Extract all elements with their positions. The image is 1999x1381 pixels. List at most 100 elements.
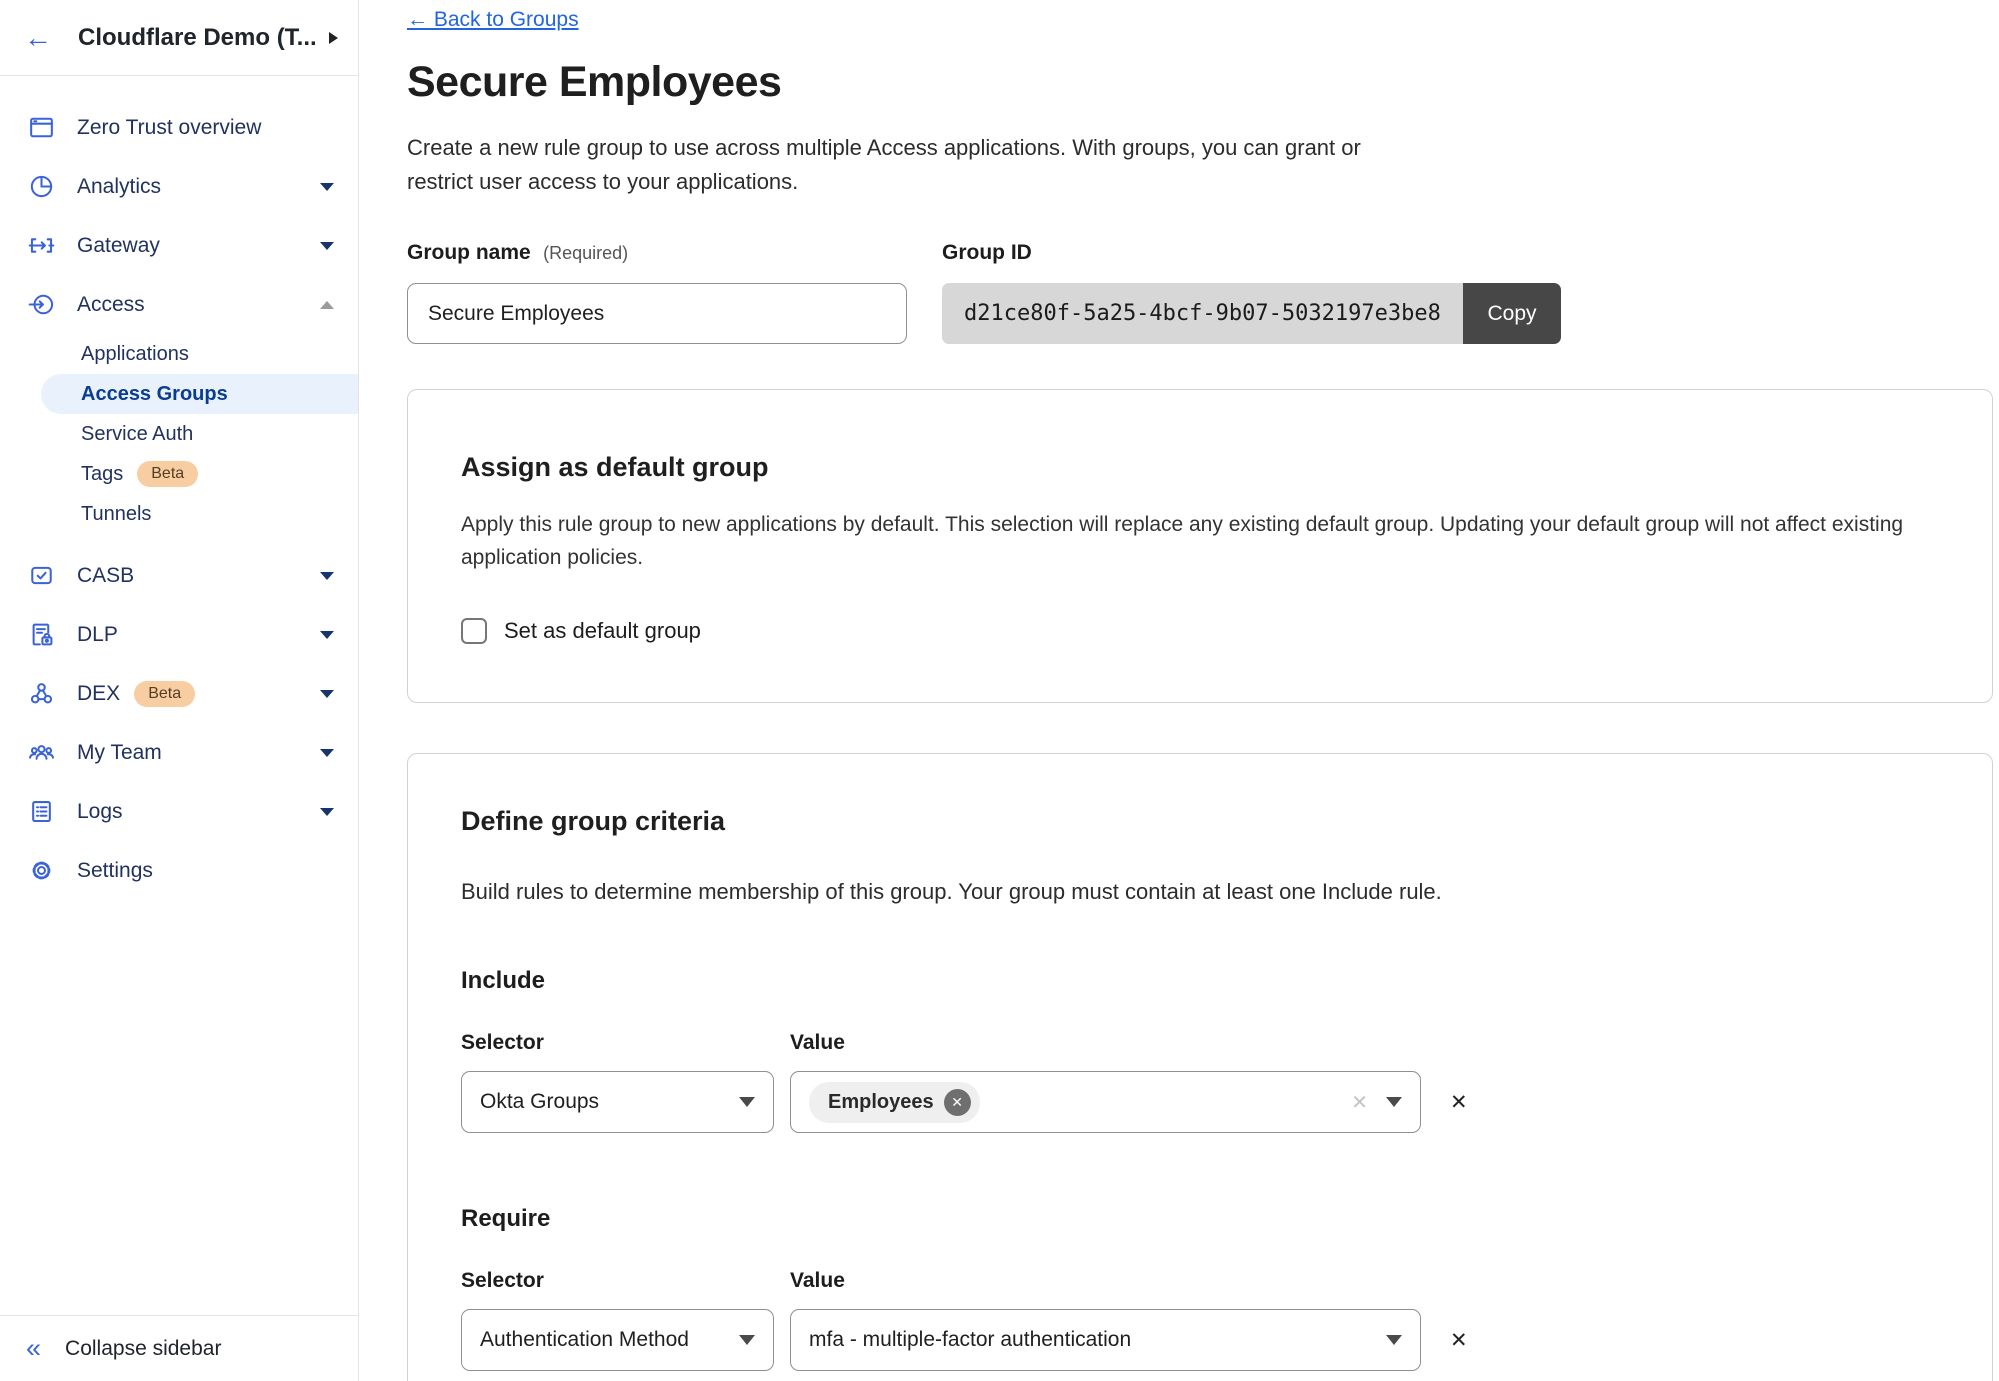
require-selector-dropdown[interactable]: Authentication Method bbox=[461, 1309, 774, 1371]
sidebar-item-logs[interactable]: Logs bbox=[0, 782, 358, 841]
sidebar-item-label: Zero Trust overview bbox=[77, 116, 261, 140]
require-rule-row: Authentication Method mfa - multiple-fac… bbox=[461, 1309, 1939, 1371]
group-name-label: Group name bbox=[407, 241, 531, 264]
criteria-heading: Define group criteria bbox=[461, 806, 1939, 837]
chevron-down-icon bbox=[320, 749, 334, 757]
chevron-down-icon bbox=[1386, 1335, 1402, 1345]
chevron-down-icon bbox=[739, 1335, 755, 1345]
chevron-down-icon bbox=[320, 631, 334, 639]
criteria-card: Define group criteria Build rules to det… bbox=[407, 753, 1993, 1381]
sidebar-item-zero-trust-overview[interactable]: Zero Trust overview bbox=[0, 98, 358, 157]
remove-require-rule-icon[interactable]: ✕ bbox=[1450, 1328, 1468, 1353]
include-heading: Include bbox=[461, 967, 1939, 995]
include-value-multiselect[interactable]: Employees ✕ ✕ bbox=[790, 1071, 1421, 1133]
default-group-description: Apply this rule group to new application… bbox=[461, 508, 1926, 574]
collapse-sidebar-button[interactable]: « Collapse sidebar bbox=[0, 1315, 358, 1381]
require-value-label: Value bbox=[790, 1269, 845, 1293]
clear-values-icon[interactable]: ✕ bbox=[1351, 1090, 1368, 1115]
copy-button[interactable]: Copy bbox=[1463, 283, 1561, 344]
account-title[interactable]: Cloudflare Demo (T... bbox=[78, 24, 329, 52]
group-id-column: Group ID d21ce80f-5a25-4bcf-9b07-5032197… bbox=[942, 241, 1561, 344]
remove-include-rule-icon[interactable]: ✕ bbox=[1450, 1090, 1468, 1115]
sidebar-item-label: Gateway bbox=[77, 234, 160, 258]
value-chip: Employees ✕ bbox=[809, 1082, 980, 1123]
sidebar-item-applications[interactable]: Applications bbox=[0, 334, 358, 374]
access-login-icon bbox=[26, 291, 56, 318]
include-rule-row: Okta Groups Employees ✕ ✕ ✕ bbox=[461, 1071, 1939, 1133]
require-selector-value: Authentication Method bbox=[480, 1328, 739, 1352]
sidebar-item-my-team[interactable]: My Team bbox=[0, 723, 358, 782]
value-chip-label: Employees bbox=[828, 1091, 934, 1114]
sidebar-header: ← Cloudflare Demo (T... bbox=[0, 0, 358, 75]
sidebar-subitem-label: Service Auth bbox=[81, 423, 193, 446]
group-id-label: Group ID bbox=[942, 241, 1561, 265]
sidebar-subitem-label: Applications bbox=[81, 343, 189, 366]
sidebar-item-label: Settings bbox=[77, 859, 153, 883]
sidebar-item-label: Logs bbox=[77, 800, 123, 824]
sidebar-item-label: My Team bbox=[77, 741, 162, 765]
gateway-icon bbox=[26, 232, 56, 259]
default-group-card: Assign as default group Apply this rule … bbox=[407, 389, 1993, 703]
set-default-checkbox-label: Set as default group bbox=[504, 618, 701, 644]
sidebar-item-access-groups[interactable]: Access Groups bbox=[41, 374, 358, 414]
sidebar-item-dlp[interactable]: DLP bbox=[0, 605, 358, 664]
sidebar-item-label: CASB bbox=[77, 564, 134, 588]
sidebar-item-settings[interactable]: Settings bbox=[0, 841, 358, 900]
include-selector-value: Okta Groups bbox=[480, 1090, 739, 1114]
chevron-down-icon bbox=[320, 808, 334, 816]
page-description: Create a new rule group to use across mu… bbox=[407, 131, 1387, 199]
sidebar-item-label: DEX bbox=[77, 682, 120, 706]
required-hint: (Required) bbox=[543, 243, 628, 263]
chevron-down-icon bbox=[320, 183, 334, 191]
sidebar-nav: Zero Trust overview Analytics Gateway bbox=[0, 76, 358, 1315]
sidebar-item-casb[interactable]: CASB bbox=[0, 546, 358, 605]
group-name-input[interactable] bbox=[407, 283, 907, 344]
sidebar-subitem-label: Access Groups bbox=[81, 383, 228, 406]
require-heading: Require bbox=[461, 1205, 1939, 1233]
sidebar-item-label: DLP bbox=[77, 623, 118, 647]
main-content: ← Back to Groups Secure Employees Create… bbox=[359, 0, 1999, 1381]
sidebar-item-access[interactable]: Access bbox=[0, 275, 358, 334]
sidebar-item-label: Analytics bbox=[77, 175, 161, 199]
sidebar: ← Cloudflare Demo (T... Zero Trust overv… bbox=[0, 0, 359, 1381]
double-chevron-left-icon: « bbox=[26, 1335, 41, 1362]
browser-window-icon bbox=[26, 114, 56, 141]
sidebar-item-label: Access bbox=[77, 293, 145, 317]
document-lock-icon bbox=[26, 621, 56, 648]
sidebar-item-analytics[interactable]: Analytics bbox=[0, 157, 358, 216]
sidebar-item-dex[interactable]: DEX Beta bbox=[0, 664, 358, 723]
casb-check-icon bbox=[26, 562, 56, 589]
gear-icon bbox=[26, 857, 56, 884]
require-value-text: mfa - multiple-factor authentication bbox=[809, 1328, 1386, 1352]
set-default-checkbox[interactable] bbox=[461, 618, 487, 644]
chevron-down-icon bbox=[739, 1097, 755, 1107]
chevron-down-icon bbox=[320, 572, 334, 580]
back-to-groups-link[interactable]: ← Back to Groups bbox=[407, 8, 579, 31]
people-icon bbox=[26, 739, 56, 766]
back-arrow-icon[interactable]: ← bbox=[24, 24, 52, 52]
default-group-checkbox-row: Set as default group bbox=[461, 618, 1939, 644]
list-document-icon bbox=[26, 798, 56, 825]
sidebar-subitem-label: Tags bbox=[81, 463, 123, 486]
require-value-dropdown[interactable]: mfa - multiple-factor authentication bbox=[790, 1309, 1421, 1371]
sidebar-item-gateway[interactable]: Gateway bbox=[0, 216, 358, 275]
chevron-down-icon bbox=[320, 690, 334, 698]
group-name-id-row: Group name (Required) Group ID d21ce80f-… bbox=[407, 241, 1991, 344]
chevron-right-icon[interactable] bbox=[329, 32, 338, 44]
default-group-heading: Assign as default group bbox=[461, 452, 1939, 483]
beta-badge: Beta bbox=[137, 461, 198, 487]
sidebar-item-service-auth[interactable]: Service Auth bbox=[0, 414, 358, 454]
pie-chart-icon bbox=[26, 173, 56, 200]
group-name-column: Group name (Required) bbox=[407, 241, 942, 344]
include-value-label: Value bbox=[790, 1031, 845, 1055]
include-selector-dropdown[interactable]: Okta Groups bbox=[461, 1071, 774, 1133]
group-id-value: d21ce80f-5a25-4bcf-9b07-5032197e3be8 bbox=[942, 283, 1463, 344]
chip-remove-icon[interactable]: ✕ bbox=[944, 1089, 971, 1116]
require-selector-label: Selector bbox=[461, 1269, 790, 1293]
criteria-description: Build rules to determine membership of t… bbox=[461, 879, 1939, 905]
chevron-down-icon bbox=[1386, 1097, 1402, 1107]
sidebar-item-tunnels[interactable]: Tunnels bbox=[0, 494, 358, 534]
sidebar-item-tags[interactable]: Tags Beta bbox=[0, 454, 358, 494]
chevron-down-icon bbox=[320, 242, 334, 250]
collapse-sidebar-label: Collapse sidebar bbox=[65, 1337, 221, 1361]
